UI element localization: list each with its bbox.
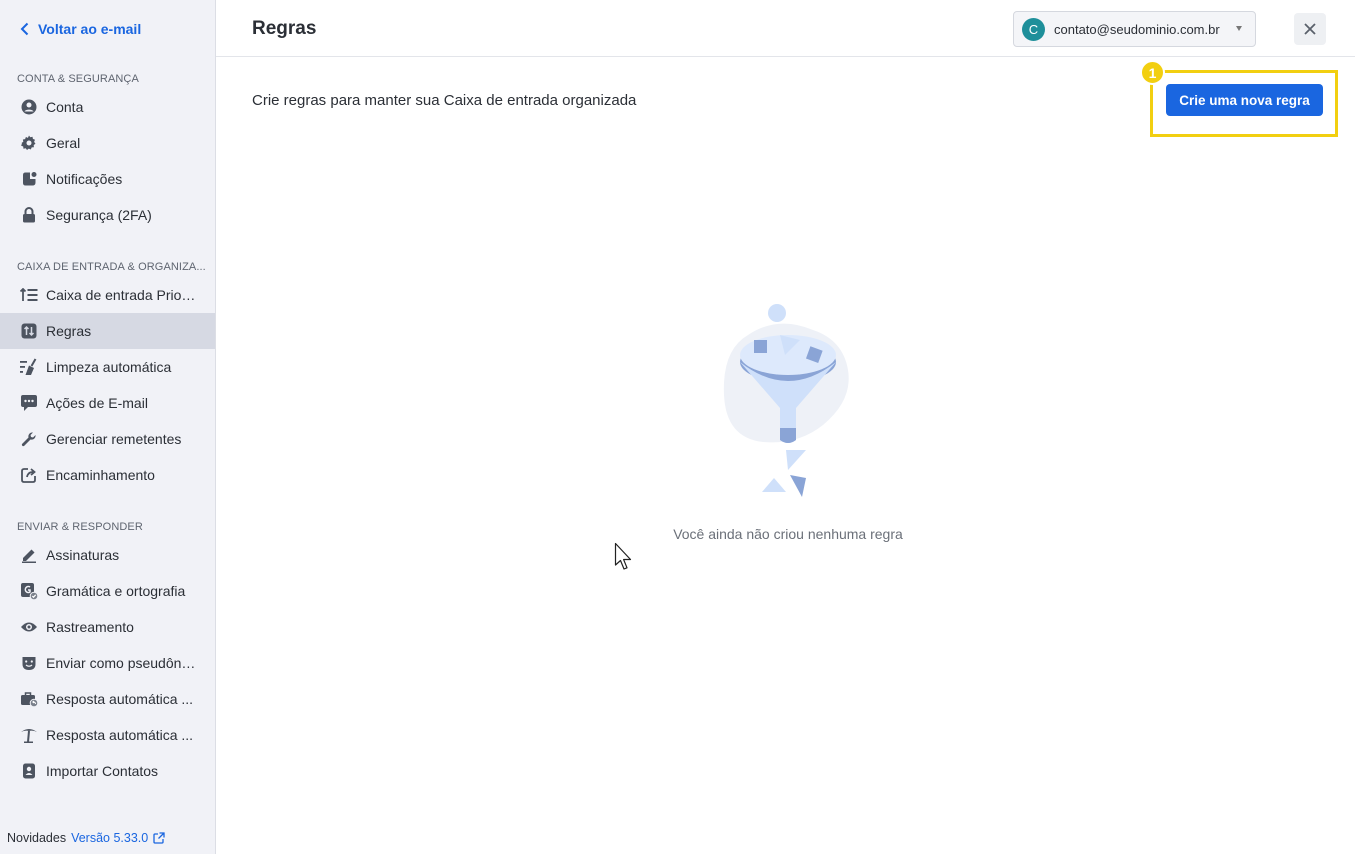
sidebar-item-label: Resposta automática ...: [46, 727, 194, 743]
avatar: C: [1022, 17, 1045, 41]
sidebar-item-seguranca[interactable]: Segurança (2FA): [0, 197, 215, 233]
section-title-send: ENVIAR & RESPONDER: [17, 521, 143, 533]
close-icon: [1304, 23, 1316, 35]
sidebar-item-resposta-automatica-1[interactable]: Resposta automática ...: [0, 681, 215, 717]
step-badge: 1: [1140, 60, 1165, 85]
page-title: Regras: [252, 18, 317, 39]
mask-icon: [20, 654, 38, 672]
user-icon: [20, 98, 38, 116]
close-button[interactable]: [1294, 13, 1326, 45]
briefcase-reply-icon: [20, 690, 38, 708]
rules-description: Crie regras para manter sua Caixa de ent…: [252, 92, 637, 109]
news-label: Novidades: [7, 831, 67, 845]
new-rule-button[interactable]: Crie uma nova regra: [1166, 84, 1323, 116]
sidebar-item-label: Importar Contatos: [46, 763, 159, 779]
sidebar-item-label: Caixa de entrada Prior...: [46, 287, 196, 303]
sidebar-item-geral[interactable]: Geral: [0, 125, 215, 161]
sidebar-item-label: Resposta automática ...: [46, 691, 194, 707]
sidebar-item-label: Gramática e ortografia: [46, 583, 186, 599]
caret-down-icon: [1236, 26, 1242, 31]
section-title-inbox: CAIXA DE ENTRADA & ORGANIZA...: [17, 261, 206, 273]
account-selector[interactable]: C contato@seudominio.com.br: [1013, 11, 1256, 47]
back-link-label: Voltar ao e-mail: [38, 21, 142, 37]
chevron-left-icon: [20, 22, 29, 36]
app-window: Voltar ao e-mail CONTA & SEGURANÇA Conta…: [0, 0, 1355, 854]
sidebar-item-limpeza[interactable]: Limpeza automática: [0, 349, 215, 385]
contacts-icon: [20, 762, 38, 780]
priority-list-icon: [20, 286, 38, 304]
sidebar-item-remetentes[interactable]: Gerenciar remetentes: [0, 421, 215, 457]
sidebar-item-gramatica[interactable]: Gramática e ortografia: [0, 573, 215, 609]
sidebar-item-label: Ações de E-mail: [46, 395, 148, 411]
sidebar-item-label: Rastreamento: [46, 619, 134, 635]
pen-icon: [20, 546, 38, 564]
sidebar-item-label: Enviar como pseudôni...: [46, 655, 196, 671]
sidebar-item-rastreamento[interactable]: Rastreamento: [0, 609, 215, 645]
sidebar-item-regras[interactable]: Regras: [0, 313, 215, 349]
lock-icon: [20, 206, 38, 224]
wrench-icon: [20, 430, 38, 448]
back-to-email-link[interactable]: Voltar ao e-mail: [20, 19, 141, 39]
sidebar-item-label: Conta: [46, 99, 84, 115]
sidebar-item-conta[interactable]: Conta: [0, 89, 215, 125]
sidebar-item-label: Segurança (2FA): [46, 207, 152, 223]
palm-tree-icon: [20, 726, 38, 744]
sidebar-item-label: Geral: [46, 135, 81, 151]
funnel-illustration: [723, 304, 849, 497]
sidebar-item-label: Assinaturas: [46, 547, 120, 563]
notification-icon: [20, 170, 38, 188]
sidebar-item-label: Encaminhamento: [46, 467, 155, 483]
section-title-account: CONTA & SEGURANÇA: [17, 73, 139, 85]
empty-state-message: Você ainda não criou nenhuma regra: [673, 526, 903, 542]
sidebar-item-label: Limpeza automática: [46, 359, 172, 375]
broom-icon: [20, 358, 38, 376]
mouse-cursor-icon: [614, 542, 632, 570]
sidebar-item-caixa-prioritaria[interactable]: Caixa de entrada Prior...: [0, 277, 215, 313]
sidebar-item-resposta-automatica-2[interactable]: Resposta automática ...: [0, 717, 215, 753]
account-email: contato@seudominio.com.br: [1054, 21, 1220, 37]
forward-icon: [20, 466, 38, 484]
sidebar-item-label: Gerenciar remetentes: [46, 431, 182, 447]
sidebar-item-label: Regras: [46, 323, 92, 339]
rules-icon: [20, 322, 38, 340]
sidebar-item-importar-contatos[interactable]: Importar Contatos: [0, 753, 215, 789]
gear-icon: [20, 134, 38, 152]
sidebar-item-notificacoes[interactable]: Notificações: [0, 161, 215, 197]
sidebar-item-acoes-email[interactable]: Ações de E-mail: [0, 385, 215, 421]
sidebar-item-pseudonimo[interactable]: Enviar como pseudôni...: [0, 645, 215, 681]
grammar-icon: [20, 582, 38, 600]
sidebar-item-assinaturas[interactable]: Assinaturas: [0, 537, 215, 573]
chat-actions-icon: [20, 394, 38, 412]
sidebar-item-label: Notificações: [46, 171, 123, 187]
eye-icon: [20, 618, 38, 636]
sidebar-item-encaminhamento[interactable]: Encaminhamento: [0, 457, 215, 493]
version-link[interactable]: Versão 5.33.0: [71, 831, 148, 845]
sidebar-footer: Novidades Versão 5.33.0: [7, 831, 165, 845]
external-link-icon[interactable]: [153, 832, 165, 844]
top-bar: Regras C contato@seudominio.com.br: [216, 0, 1355, 57]
sidebar: Voltar ao e-mail CONTA & SEGURANÇA Conta…: [0, 0, 216, 854]
